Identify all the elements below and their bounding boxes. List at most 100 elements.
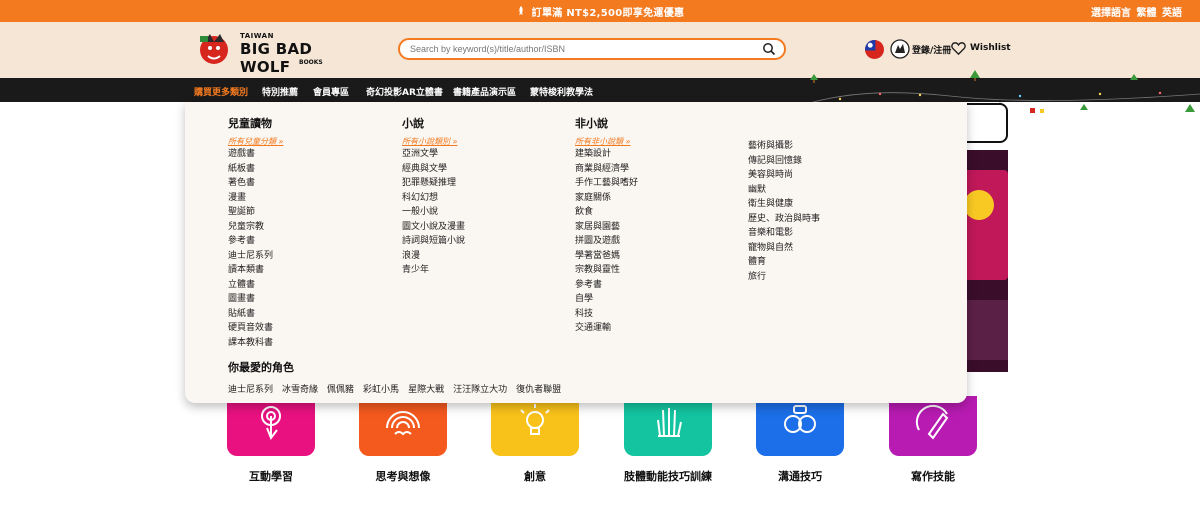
menu-item[interactable]: 交通運輸 (575, 321, 638, 336)
menu-item[interactable]: 犯罪懸疑推理 (402, 176, 465, 191)
menu-item[interactable]: 旅行 (748, 270, 820, 285)
favorite-character-link[interactable]: 冰雪奇緣 (282, 385, 318, 395)
menu-item[interactable]: 建築設計 (575, 147, 638, 162)
menu-item[interactable]: 科幻幻想 (402, 191, 465, 206)
menu-item[interactable]: 衛生與健康 (748, 197, 820, 212)
wishlist-link[interactable]: Wishlist (970, 43, 1011, 53)
search-input[interactable] (410, 42, 750, 56)
tile-creativity[interactable] (491, 396, 579, 456)
search-bar (398, 38, 786, 60)
user-icon[interactable] (890, 39, 910, 59)
main-nav: 購買更多類別 特別推薦 會員專區 奇幻投影AR立體書 書籍產品演示區 蒙特梭利教… (0, 70, 1200, 113)
nav-item-demo-area[interactable]: 書籍產品演示區 (453, 85, 516, 98)
promo-text: 訂單滿 NT$2,500即享免運優惠 (531, 8, 685, 19)
menu-item[interactable]: 經典與文學 (402, 162, 465, 177)
language-english-link[interactable]: 英語 (1162, 8, 1182, 19)
menu-all-link[interactable]: 所有非小說類 » (575, 136, 638, 146)
menu-item[interactable]: 硬頁音效書 (228, 321, 283, 336)
menu-item[interactable]: 詩詞與短篇小說 (402, 234, 465, 249)
wolf-logo-icon (200, 34, 228, 64)
menu-item[interactable]: 圖文小說及漫畫 (402, 220, 465, 235)
nav-item-more-categories[interactable]: 購買更多類別 (194, 85, 248, 98)
tile-thinking-imagination[interactable] (359, 396, 447, 456)
menu-all-link[interactable]: 所有小說類別 » (402, 136, 465, 146)
menu-item[interactable]: 自學 (575, 292, 638, 307)
menu-item-list: 建築設計 商業與經濟學 手作工藝與嗜好 家庭關係 飲食 家居與園藝 拼圖及遊戲 學著當爸媽 宗教… (575, 147, 638, 336)
menu-item[interactable]: 科技 (575, 307, 638, 322)
menu-item[interactable]: 歷史、政治與時事 (748, 212, 820, 227)
taiwan-flag-icon[interactable] (865, 40, 884, 59)
menu-item[interactable]: 立體書 (228, 278, 283, 293)
menu-item[interactable]: 圖畫書 (228, 292, 283, 307)
favorite-characters-title: 你最愛的角色 (228, 361, 294, 374)
menu-item[interactable]: 浪漫 (402, 249, 465, 264)
menu-item[interactable]: 幽默 (748, 183, 820, 198)
writing-hand-icon (915, 404, 949, 440)
favorite-character-link[interactable]: 星際大戰 (408, 385, 444, 395)
menu-item[interactable]: 傳記與回憶錄 (748, 154, 820, 169)
nav-item-members[interactable]: 會員專區 (313, 85, 349, 98)
logo-books-text: BOOKS (299, 59, 323, 66)
menu-item[interactable]: 藝術與攝影 (748, 139, 820, 154)
menu-item[interactable]: 寵物與自然 (748, 241, 820, 256)
promo-bar: 訂單滿 NT$2,500即享免運優惠 選擇語言 繁體 英語 (0, 0, 1200, 22)
favorite-character-link[interactable]: 迪士尼系列 (228, 385, 273, 395)
tile-motor-skills[interactable] (624, 396, 712, 456)
menu-item[interactable]: 兒童宗教 (228, 220, 283, 235)
menu-item[interactable]: 飲食 (575, 205, 638, 220)
menu-item[interactable]: 青少年 (402, 263, 465, 278)
nav-item-ar-books[interactable]: 奇幻投影AR立體書 (366, 85, 443, 98)
menu-item[interactable]: 拼圖及遊戲 (575, 234, 638, 249)
menu-item[interactable]: 迪士尼系列 (228, 249, 283, 264)
menu-item[interactable]: 讀本類書 (228, 263, 283, 278)
menu-item[interactable]: 亞洲文學 (402, 147, 465, 162)
tile-interactive-learning[interactable] (227, 396, 315, 456)
menu-item[interactable]: 宗教與靈性 (575, 263, 638, 278)
favorite-character-link[interactable]: 佩佩豬 (327, 385, 354, 395)
skill-tiles: 互動學習 思考與想像 創意 肢體動能技巧訓練 溝通技巧 寫作技能 (0, 396, 1200, 505)
language-label: 選擇語言 (1091, 8, 1132, 19)
menu-item[interactable]: 遊戲書 (228, 147, 283, 162)
menu-item[interactable]: 商業與經濟學 (575, 162, 638, 177)
language-selector: 選擇語言 繁體 英語 (1089, 4, 1182, 19)
login-register-link[interactable]: 登錄/注冊 (912, 43, 951, 56)
lightbulb-icon (520, 404, 550, 435)
menu-item[interactable]: 學著當爸媽 (575, 249, 638, 264)
favorite-character-link[interactable]: 汪汪隊立大功 (453, 385, 507, 395)
menu-item[interactable]: 著色書 (228, 176, 283, 191)
favorite-character-link[interactable]: 復仇者聯盟 (516, 385, 561, 395)
menu-item[interactable]: 一般小說 (402, 205, 465, 220)
faces-icon (784, 405, 816, 433)
nav-item-montessori[interactable]: 蒙特梭利教學法 (530, 85, 593, 98)
menu-item[interactable]: 參考書 (228, 234, 283, 249)
menu-item[interactable]: 手作工藝與嗜好 (575, 176, 638, 191)
logo[interactable]: TAIWAN BIG BAD WOLF BOOKS (196, 28, 326, 76)
menu-item[interactable]: 家居與園藝 (575, 220, 638, 235)
favorite-character-link[interactable]: 彩虹小馬 (363, 385, 399, 395)
promo-message: 訂單滿 NT$2,500即享免運優惠 (0, 4, 1200, 19)
menu-item[interactable]: 聖誕節 (228, 205, 283, 220)
tile-writing[interactable] (889, 396, 977, 456)
menu-item[interactable]: 音樂和電影 (748, 226, 820, 241)
nav-item-special-picks[interactable]: 特別推薦 (262, 85, 298, 98)
menu-all-link[interactable]: 所有兒童分類 » (228, 136, 283, 146)
search-icon[interactable] (762, 42, 776, 56)
menu-item-list: 遊戲書 紙板書 著色書 漫畫 聖誕節 兒童宗教 參考書 迪士尼系列 讀本類書 立體書 圖畫書 貼紙書硬… (228, 147, 283, 350)
logo-small-text: TAIWAN (240, 32, 274, 40)
tile-communication[interactable] (756, 396, 844, 456)
menu-column-nonfiction: 非小說 所有非小說類 » 建築設計 商業與經濟學 手作工藝與嗜好 家庭關係 飲食 家居與園… (575, 115, 638, 336)
rainbow-icon (386, 411, 420, 436)
menu-item[interactable]: 美容與時尚 (748, 168, 820, 183)
menu-item[interactable]: 課本教科書 (228, 336, 283, 351)
menu-column-children: 兒童讀物 所有兒童分類 » 遊戲書 紙板書 著色書 漫畫 聖誕節 兒童宗教 參考書 迪士尼系列… (228, 115, 283, 350)
menu-column-title: 非小說 (575, 117, 608, 130)
language-traditional-link[interactable]: 繁體 (1137, 8, 1157, 19)
menu-item[interactable]: 漫畫 (228, 191, 283, 206)
heart-icon[interactable] (951, 41, 966, 56)
menu-item[interactable]: 紙板書 (228, 162, 283, 177)
menu-column-title: 小說 (402, 117, 424, 130)
menu-item[interactable]: 家庭關係 (575, 191, 638, 206)
menu-item[interactable]: 參考書 (575, 278, 638, 293)
menu-item[interactable]: 貼紙書 (228, 307, 283, 322)
menu-item[interactable]: 體育 (748, 255, 820, 270)
